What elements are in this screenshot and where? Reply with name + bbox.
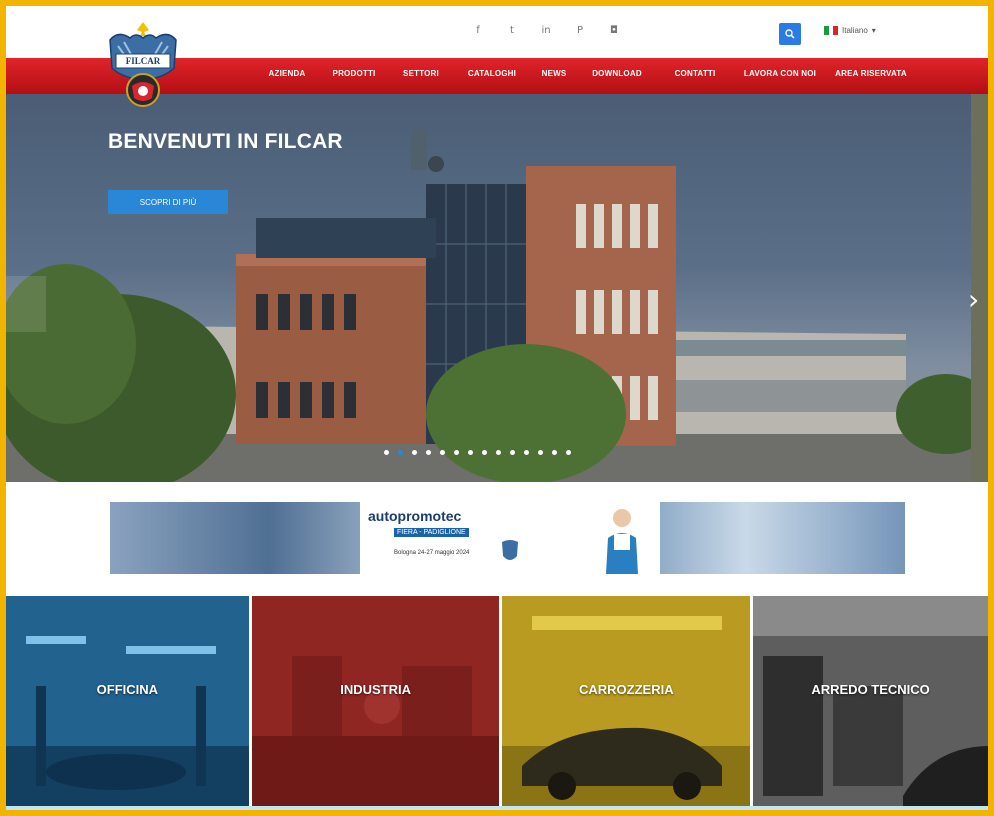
autopromotec-banner[interactable]: autopromotec FIERA - PADIGLIONE Bologna … bbox=[110, 502, 905, 574]
search-icon bbox=[785, 29, 795, 39]
pinterest-icon[interactable]: P bbox=[574, 24, 586, 36]
category-tile-arredo-tecnico[interactable]: ARREDO TECNICO bbox=[753, 596, 988, 810]
eagle-crest-icon bbox=[502, 540, 518, 560]
category-label: CARROZZERIA bbox=[579, 682, 674, 697]
facebook-icon[interactable]: f bbox=[472, 24, 484, 36]
slider-dot[interactable] bbox=[468, 450, 473, 455]
category-label: INDUSTRIA bbox=[340, 682, 411, 697]
nav-item-area-riservata[interactable]: AREA RISERVATA bbox=[828, 69, 914, 78]
chevron-down-icon: ▾ bbox=[871, 26, 876, 35]
slider-dot[interactable] bbox=[412, 450, 417, 455]
slider-dot[interactable] bbox=[510, 450, 515, 455]
slider-next-button[interactable]: › bbox=[968, 270, 988, 330]
category-label: OFFICINA bbox=[96, 682, 159, 697]
nav-item-settori[interactable]: SETTORI bbox=[390, 69, 452, 78]
twitter-icon[interactable]: t bbox=[506, 24, 518, 36]
nav-item-download[interactable]: DOWNLOAD bbox=[576, 69, 658, 78]
chevron-right-icon: › bbox=[968, 283, 980, 316]
banner-date: Bologna 24-27 maggio 2024 bbox=[394, 550, 470, 556]
banner-brand: autopromotec bbox=[368, 508, 462, 524]
instagram-icon[interactable]: ◘ bbox=[608, 24, 620, 36]
hero-cta-button[interactable]: SCOPRI DI PIÙ bbox=[108, 190, 228, 214]
slider-dot[interactable] bbox=[496, 450, 501, 455]
banner-content: autopromotec FIERA - PADIGLIONE Bologna … bbox=[360, 502, 660, 574]
slider-dot[interactable] bbox=[398, 450, 403, 455]
search-button[interactable] bbox=[779, 23, 801, 45]
linkedin-icon[interactable]: in bbox=[540, 24, 552, 36]
category-tiles: OFFICINA INDUSTRIA CARROZZERIA ARREDO TE… bbox=[6, 596, 988, 810]
filcar-logo[interactable]: FILCAR bbox=[104, 20, 182, 112]
category-tile-carrozzeria[interactable]: CARROZZERIA bbox=[502, 596, 754, 810]
slider-dot[interactable] bbox=[524, 450, 529, 455]
slider-pagination bbox=[384, 450, 571, 455]
banner-subtitle: FIERA - PADIGLIONE bbox=[394, 528, 469, 537]
hero-title: BENVENUTI IN FILCAR bbox=[108, 130, 343, 153]
main-nav: AZIENDA PRODOTTI SETTORI CATALOGHI NEWS … bbox=[256, 69, 914, 78]
social-links: f t in P ◘ bbox=[472, 24, 620, 36]
slider-dot[interactable] bbox=[538, 450, 543, 455]
slider-dot[interactable] bbox=[454, 450, 459, 455]
hero-slider: BENVENUTI IN FILCAR SCOPRI DI PIÙ › bbox=[6, 94, 988, 482]
eagle-crest-icon bbox=[109, 22, 177, 107]
category-tile-industria[interactable]: INDUSTRIA bbox=[251, 596, 503, 810]
officina-image bbox=[6, 596, 249, 810]
italy-flag-icon bbox=[824, 26, 839, 35]
slider-prev-button[interactable] bbox=[6, 276, 46, 332]
slider-dot[interactable] bbox=[552, 450, 557, 455]
page-frame: f t in P ◘ Italiano ▾ AZIENDA PRODOTTI S… bbox=[6, 6, 988, 810]
slider-dot[interactable] bbox=[482, 450, 487, 455]
nav-item-contatti[interactable]: CONTATTI bbox=[658, 69, 732, 78]
language-selector[interactable]: Italiano ▾ bbox=[824, 26, 876, 35]
nav-item-news[interactable]: NEWS bbox=[532, 69, 576, 78]
category-tile-officina[interactable]: OFFICINA bbox=[6, 596, 252, 810]
arredo-tecnico-image bbox=[753, 596, 988, 810]
slider-dot[interactable] bbox=[440, 450, 445, 455]
industria-image bbox=[251, 596, 500, 810]
slider-dot[interactable] bbox=[384, 450, 389, 455]
nav-item-cataloghi[interactable]: CATALOGHI bbox=[452, 69, 532, 78]
slider-dot[interactable] bbox=[426, 450, 431, 455]
language-label: Italiano bbox=[842, 26, 868, 35]
carrozzeria-image bbox=[502, 596, 751, 810]
logo-text: FILCAR bbox=[125, 56, 161, 66]
nav-item-azienda[interactable]: AZIENDA bbox=[256, 69, 318, 78]
mechanic-figure-icon bbox=[606, 509, 638, 574]
slider-dot[interactable] bbox=[566, 450, 571, 455]
bottom-strip bbox=[6, 806, 988, 810]
nav-item-lavora-con-noi[interactable]: LAVORA CON NOI bbox=[732, 69, 828, 78]
category-label: ARREDO TECNICO bbox=[811, 682, 930, 697]
nav-item-prodotti[interactable]: PRODOTTI bbox=[318, 69, 390, 78]
